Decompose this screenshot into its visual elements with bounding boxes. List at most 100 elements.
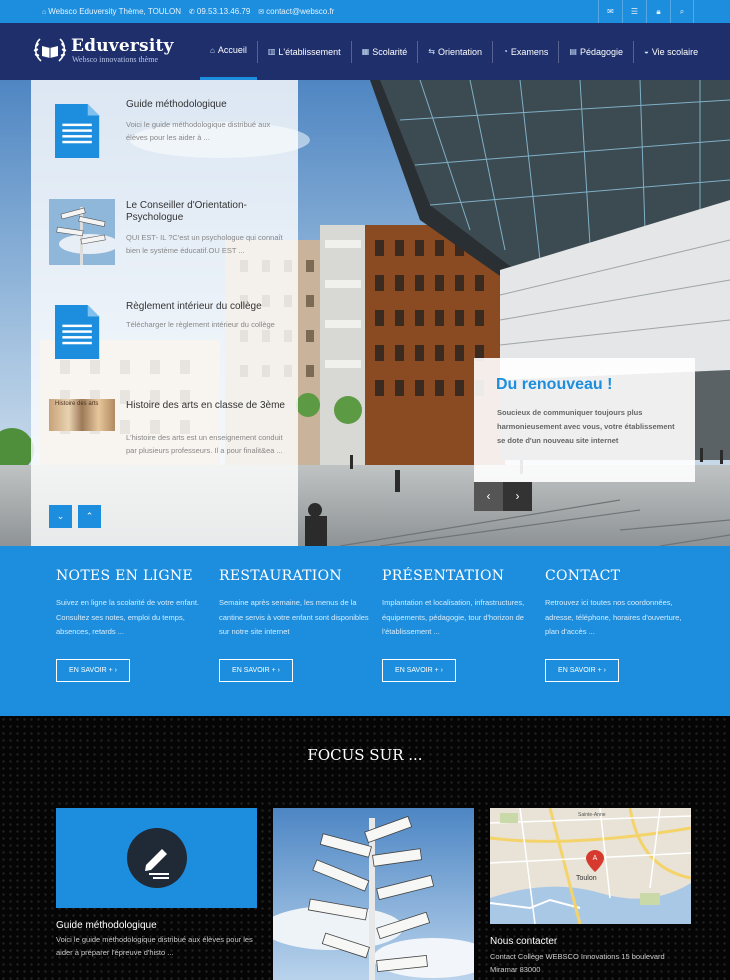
brand-name: Eduversity: [71, 35, 174, 56]
school-icon: ▦: [361, 47, 370, 56]
nav-item-examens[interactable]: ◔ Examens: [493, 23, 558, 80]
pencil-icon: [127, 828, 187, 888]
focus-card-title[interactable]: Nous contacter: [490, 936, 557, 947]
home-icon: ⌂: [42, 9, 47, 16]
news-card-title[interactable]: Règlement intérieur du collège: [126, 301, 286, 313]
news-card-desc: Télécharger le règlement intérieur du co…: [126, 320, 275, 329]
en-savoir-plus-button[interactable]: EN SAVOIR + ›: [382, 659, 456, 682]
focus-card-desc: Contact Collège WEBSCO Innovations 15 bo…: [490, 952, 665, 974]
news-card-guide[interactable]: Guide méthodologique Voici le guide méth…: [49, 98, 289, 188]
promo-text: Soucieux de communiquer toujours plus ha…: [497, 408, 675, 445]
focus-card-title[interactable]: Guide méthodologique: [56, 920, 157, 931]
nav-item-pedagogie[interactable]: ▤ Pédagogie: [559, 23, 633, 80]
news-scroll-down-button[interactable]: ⌄: [49, 505, 72, 528]
news-card-desc: QUI EST- IL ?C'est un psychologue qui co…: [126, 233, 283, 255]
slider-next-button[interactable]: ›: [503, 482, 532, 511]
en-savoir-plus-button[interactable]: EN SAVOIR + ›: [219, 659, 293, 682]
services-band: NOTES EN LIGNE Suivez en ligne la scolar…: [0, 546, 730, 716]
news-card-title[interactable]: Guide méthodologique: [126, 99, 286, 111]
chevron-right-icon: ›: [114, 667, 117, 674]
nav-item-orientation[interactable]: ⇆ Orientation: [418, 23, 492, 80]
service-desc: Implantation et localisation, infrastruc…: [382, 598, 525, 636]
news-scroll-up-button[interactable]: ⌃: [78, 505, 101, 528]
chevron-right-icon: ›: [603, 667, 606, 674]
slider-prev-button[interactable]: ‹: [474, 482, 503, 511]
hero-slider: Guide méthodologique Voici le guide méth…: [0, 80, 730, 546]
site-logo[interactable]: Eduversity Websco innovations thème: [32, 35, 174, 65]
email-link[interactable]: contact@websco.fr: [266, 7, 334, 16]
main-header: Eduversity Websco innovations thème ⌂ Acc…: [0, 23, 730, 80]
document-icon: [55, 305, 100, 359]
news-card-histoire-arts[interactable]: Histoire des arts Histoire des arts en c…: [49, 399, 289, 489]
rss-icon[interactable]: ☰: [622, 0, 646, 23]
chevron-right-icon: ›: [440, 667, 443, 674]
art-history-thumbnail-caption: Histoire des arts: [55, 401, 99, 407]
news-list-panel: Guide méthodologique Voici le guide méth…: [31, 80, 298, 546]
envelope-icon: ✉: [258, 9, 265, 16]
search-icon[interactable]: ⌕: [670, 0, 694, 23]
en-savoir-plus-button[interactable]: EN SAVOIR + ›: [545, 659, 619, 682]
promo-title: Du renouveau !: [496, 376, 613, 393]
signpost-photo-thumbnail: [49, 199, 115, 265]
service-title: PRÉSENTATION: [382, 568, 505, 584]
signpost-icon: ⇆: [428, 47, 435, 56]
chevron-down-icon: ⌄: [56, 511, 65, 521]
news-card-title[interactable]: Histoire des arts en classe de 3ème: [126, 400, 286, 412]
chevron-right-icon: ›: [277, 667, 280, 674]
focus-card-image: [56, 808, 257, 908]
building-icon: ▥: [267, 47, 276, 56]
books-icon: ▤: [569, 47, 577, 56]
svg-text:A: A: [593, 855, 598, 862]
service-presentation: PRÉSENTATION Implantation et localisatio…: [382, 568, 532, 682]
news-card-reglement[interactable]: Règlement intérieur du collège Télécharg…: [49, 299, 289, 389]
service-title: CONTACT: [545, 568, 621, 584]
chevron-right-icon: ›: [515, 489, 520, 503]
org-text: Websco Eduversity Thème, TOULON: [48, 7, 182, 16]
org-info: ⌂ Websco Eduversity Thème, TOULON: [42, 7, 181, 16]
nav-item-accueil[interactable]: ⌂ Accueil: [200, 23, 257, 80]
promo-caption-box: Du renouveau ! Soucieux de communiquer t…: [474, 358, 695, 482]
news-card-conseiller[interactable]: Le Conseiller d'Orientation-Psychologue …: [49, 199, 289, 289]
top-bar: ⌂ Websco Eduversity Thème, TOULON ✆ 09.53.…: [0, 0, 730, 23]
brand-tagline: Websco innovations thème: [72, 54, 159, 64]
nav-label: Vie scolaire: [651, 46, 699, 57]
news-card-title[interactable]: Le Conseiller d'Orientation-Psychologue: [126, 200, 286, 224]
chevron-up-icon: ⌃: [85, 511, 94, 521]
email-info[interactable]: ✉ contact@websco.fr: [258, 7, 334, 16]
nav-label: Orientation: [437, 46, 482, 57]
service-notes-en-ligne: NOTES EN LIGNE Suivez en ligne la scolar…: [56, 568, 206, 682]
service-title: NOTES EN LIGNE: [56, 568, 193, 584]
student-life-icon: ◒: [643, 47, 649, 56]
nav-item-vie-scolaire[interactable]: ◒ Vie scolaire: [634, 23, 708, 80]
news-card-desc: Voici le guide méthodologique distribué …: [126, 120, 271, 142]
en-savoir-plus-button[interactable]: EN SAVOIR + ›: [56, 659, 130, 682]
lock-icon[interactable]: 🔒︎: [646, 0, 670, 23]
focus-title: FOCUS SUR ...: [307, 746, 423, 764]
phone-text: 09.53.13.46.79: [196, 7, 251, 16]
home-icon: ⌂: [210, 45, 215, 55]
laurel-book-icon: [33, 38, 67, 62]
nav-label: L'établissement: [278, 46, 341, 57]
nav-label: Accueil: [217, 45, 247, 55]
chevron-left-icon: ‹: [486, 489, 491, 503]
service-title: RESTAURATION: [219, 568, 342, 584]
nav-label: Examens: [510, 46, 549, 57]
mail-icon[interactable]: ✉: [598, 0, 622, 23]
signpost-photo: [273, 808, 474, 980]
phone-info: ✆ 09.53.13.46.79: [189, 7, 250, 16]
nav-label: Scolarité: [372, 46, 408, 57]
brand-text: Eduversity Websco innovations thème: [71, 37, 174, 64]
focus-section: FOCUS SUR ... Guide méthodologique Voici…: [0, 716, 730, 980]
location-map[interactable]: A Toulon Sainte-Anne: [490, 808, 691, 924]
art-history-thumbnail: Histoire des arts: [49, 399, 115, 431]
service-desc: Semaine après semaine, les menus de la c…: [219, 598, 369, 636]
nav-item-scolarite[interactable]: ▦ Scolarité: [352, 23, 418, 80]
service-restauration: RESTAURATION Semaine après semaine, les …: [219, 568, 369, 682]
nav-item-etablissement[interactable]: ▥ L'établissement: [258, 23, 351, 80]
phone-icon: ✆: [189, 9, 195, 16]
nav-label: Pédagogie: [579, 46, 623, 57]
top-contact-info: ⌂ Websco Eduversity Thème, TOULON ✆ 09.53.…: [42, 7, 334, 16]
service-contact: CONTACT Retrouvez ici toutes nos coordon…: [545, 568, 695, 682]
service-desc: Suivez en ligne la scolarité de votre en…: [56, 598, 200, 636]
button-label: EN SAVOIR +: [69, 667, 113, 674]
